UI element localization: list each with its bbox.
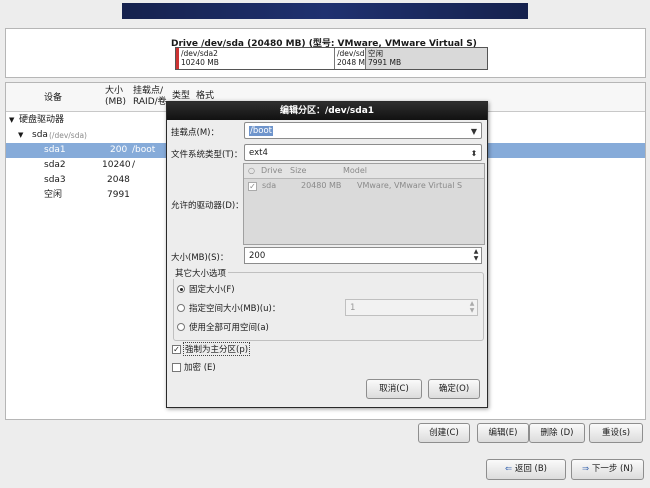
- device-cell: 空闲: [44, 190, 63, 200]
- segment-name: 空闲: [368, 49, 383, 58]
- fstype-label: 文件系统类型(T)：: [171, 150, 243, 160]
- segment-name: /dev/sda2: [181, 49, 218, 58]
- col-header-mount[interactable]: 挂载点/ RAID/卷: [133, 86, 167, 108]
- segment-size: 2048 MB: [337, 58, 365, 67]
- expander-icon[interactable]: ▼: [9, 113, 14, 128]
- allowed-drives-list[interactable]: ○ Drive Size Model ✓ sda 20480 MB VMware…: [243, 163, 485, 245]
- partition-bar: /dev/sda2 10240 MB /dev/sda 2048 MB 空闲 7…: [175, 47, 488, 70]
- segment-size: 10240 MB: [181, 58, 219, 67]
- device-cell: sda2: [44, 160, 66, 170]
- upto-size-spinner[interactable]: 1 ▲ ▼: [345, 299, 478, 316]
- delete-button[interactable]: 删除 (D): [529, 423, 585, 443]
- back-label: 返回 (B): [514, 464, 547, 474]
- fill-space-label[interactable]: 使用全部可用空间(a): [189, 321, 269, 333]
- size-options-title: 其它大小选项: [173, 267, 229, 279]
- upto-size-label[interactable]: 指定空间大小(MB)(u)：: [189, 302, 280, 314]
- chevron-down-icon[interactable]: ▼: [467, 123, 481, 138]
- disk-path: (/dev/sda): [49, 131, 87, 140]
- upto-size-value: 1: [350, 303, 356, 313]
- next-arrow-icon: ⇒: [581, 464, 590, 474]
- mount-cell: /: [132, 160, 136, 170]
- drives-col-drive: Drive: [261, 166, 283, 175]
- next-label: 下一步 (N): [591, 464, 634, 474]
- reset-button[interactable]: 重设(s): [589, 423, 643, 443]
- device-cell: sda3: [44, 175, 66, 185]
- edit-button[interactable]: 编辑(E): [477, 423, 529, 443]
- drives-header: ○ Drive Size Model: [244, 164, 484, 179]
- drives-col-size: Size: [290, 166, 307, 175]
- partition-segment-sda3[interactable]: /dev/sda 2048 MB: [335, 48, 366, 69]
- size-cell: 10240: [102, 160, 131, 170]
- fill-space-radio[interactable]: [177, 323, 185, 331]
- drive-size: 20480 MB: [301, 181, 342, 190]
- dialog-title: 编辑分区：/dev/sda1: [167, 102, 487, 120]
- spin-arrows-icon[interactable]: ▲ ▼: [471, 248, 481, 263]
- col-header-size[interactable]: 大小 (MB): [105, 86, 126, 108]
- partition-segment-sda2[interactable]: /dev/sda2 10240 MB: [179, 48, 335, 69]
- segment-size: 7991 MB: [368, 58, 402, 67]
- drive-row[interactable]: ✓ sda 20480 MB VMware, VMware Virtual S: [244, 179, 484, 193]
- drive-name: sda: [262, 181, 277, 190]
- fstype-value: ext4: [249, 148, 268, 158]
- back-button[interactable]: ⇐ 返回 (B): [486, 459, 566, 480]
- size-cell: 7991: [107, 190, 130, 200]
- mount-cell: /boot: [132, 145, 156, 155]
- updown-icon: ⬍: [470, 149, 478, 158]
- size-cell: 200: [110, 145, 128, 155]
- force-primary-label[interactable]: 強制为主分区(p): [182, 342, 251, 356]
- partition-segment-free[interactable]: 空闲 7991 MB: [366, 48, 487, 69]
- force-primary-checkbox[interactable]: ✓: [172, 345, 181, 354]
- encrypt-label[interactable]: 加密 (E): [184, 361, 216, 373]
- group-label: 硬盘驱动器: [19, 115, 65, 125]
- ok-button[interactable]: 确定(O): [428, 379, 480, 399]
- upto-size-radio[interactable]: [177, 304, 185, 312]
- mount-label: 挂载点(M)：: [171, 128, 219, 138]
- size-cell: 2048: [107, 175, 130, 185]
- drive-summary-panel: Drive /dev/sda (20480 MB) (型号: VMware, V…: [5, 28, 646, 78]
- fixed-size-label[interactable]: 固定大小(F): [189, 283, 235, 295]
- back-arrow-icon: ⇐: [505, 464, 513, 474]
- drives-col-model: Model: [343, 166, 368, 175]
- drives-label: 允许的驱动器(D)：: [171, 201, 244, 211]
- disk-name: sda: [32, 130, 48, 140]
- segment-name: /dev/sda: [337, 49, 366, 58]
- next-button[interactable]: ⇒ 下一步 (N): [571, 459, 644, 480]
- create-button[interactable]: 创建(C): [418, 423, 470, 443]
- drive-model: VMware, VMware Virtual S: [357, 181, 463, 190]
- device-cell: sda1: [44, 145, 66, 155]
- radio-col-icon: ○: [248, 166, 255, 175]
- edit-partition-dialog: 编辑分区：/dev/sda1 挂载点(M)： /boot ▼ 文件系统类型(T)…: [166, 101, 488, 408]
- encrypt-checkbox[interactable]: [172, 363, 181, 372]
- mount-point-input[interactable]: /boot: [249, 126, 273, 136]
- size-label: 大小(MB)(S)：: [171, 253, 229, 263]
- col-header-device[interactable]: 设备: [44, 93, 62, 104]
- fstype-select[interactable]: ext4 ⬍: [244, 144, 482, 161]
- size-spinner[interactable]: 200 ▲ ▼: [244, 247, 482, 264]
- fixed-size-radio[interactable]: [177, 285, 185, 293]
- drive-checkbox[interactable]: ✓: [248, 182, 257, 191]
- installer-banner: [122, 3, 528, 19]
- cancel-button[interactable]: 取消(C): [366, 379, 422, 399]
- size-value: 200: [249, 251, 266, 261]
- expander-icon[interactable]: ▼: [18, 128, 23, 143]
- spin-arrows-icon[interactable]: ▲ ▼: [467, 300, 477, 315]
- mount-point-combo[interactable]: /boot ▼: [244, 122, 482, 139]
